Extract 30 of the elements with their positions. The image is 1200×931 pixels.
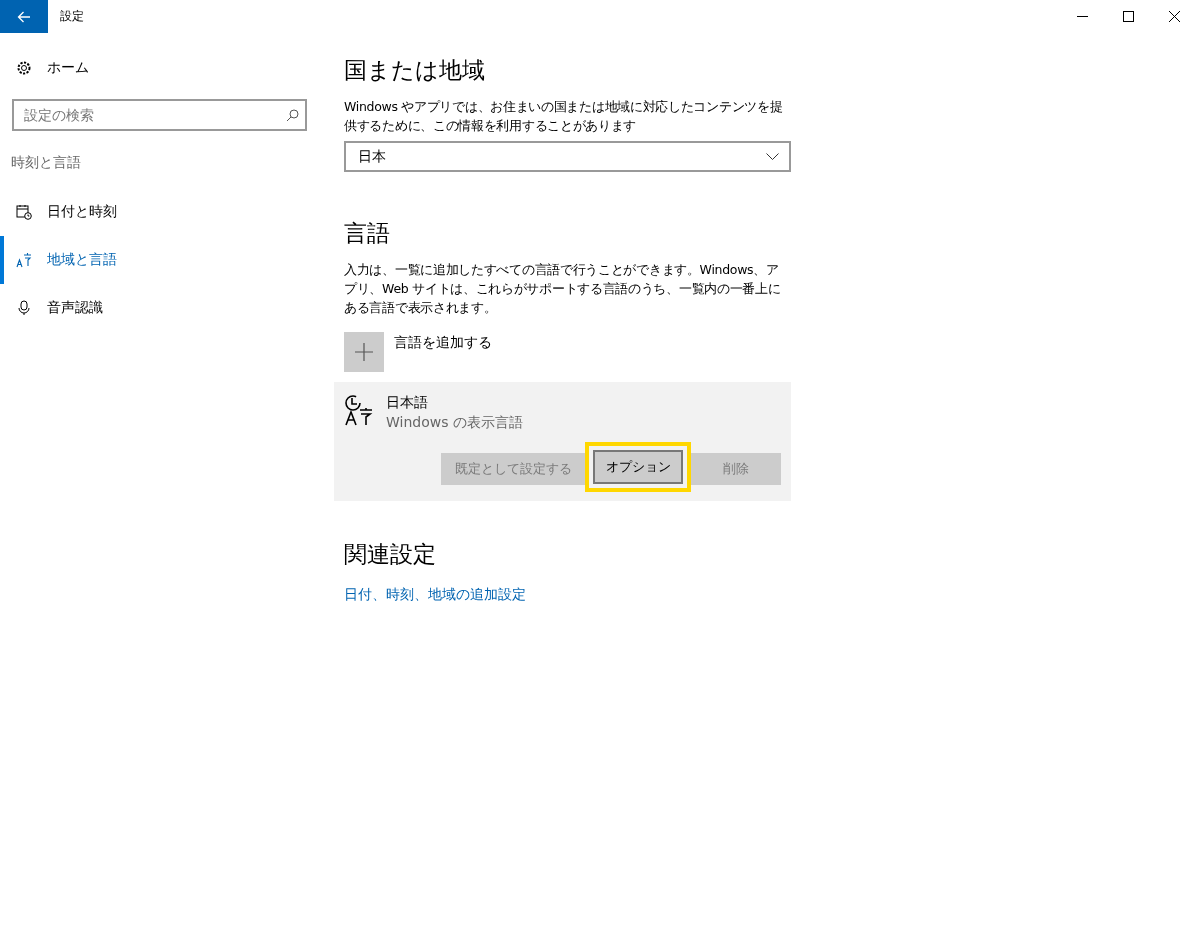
sidebar-item[interactable]: 音声認識 <box>0 284 330 332</box>
additional-settings-link[interactable]: 日付、時刻、地域の追加設定 <box>344 586 526 604</box>
back-arrow-icon <box>17 10 31 23</box>
language-name: 日本語 <box>386 394 429 412</box>
language-description: 入力は、一覧に追加したすべての言語で行うことができます。Windows、アプリ、Web サイトは、これらがサポートする言語のうち、一覧内の一番上にある言語で表示されます。 <box>344 261 782 317</box>
search-icon[interactable] <box>286 109 299 122</box>
close-icon[interactable] <box>1169 11 1180 22</box>
calendar-icon <box>16 204 32 220</box>
sidebar-item[interactable]: 日付と時刻 <box>0 188 330 236</box>
section-heading: 言語 <box>344 219 391 248</box>
microphone-icon <box>16 300 32 316</box>
chevron-down-icon <box>766 152 779 161</box>
back-button[interactable] <box>0 0 48 33</box>
language-subtitle: Windows の表示言語 <box>386 414 523 432</box>
home-link[interactable]: ホーム <box>47 59 89 77</box>
settings-icon[interactable] <box>16 60 32 76</box>
country-dropdown[interactable]: 日本 <box>344 141 791 172</box>
category-label: 時刻と言語 <box>11 154 82 172</box>
section-heading: 関連設定 <box>344 540 437 569</box>
sidebar-item[interactable]: 地域と言語 <box>0 236 330 284</box>
maximize-icon[interactable] <box>1123 11 1134 22</box>
add-language-label[interactable]: 言語を追加する <box>394 334 492 352</box>
window-title: 設定 <box>60 8 85 25</box>
section-heading: 国または地域 <box>344 56 486 85</box>
language-clock-icon <box>344 394 374 426</box>
plus-icon <box>355 343 373 361</box>
search-field[interactable]: 設定の検索 <box>12 99 307 131</box>
language-action-button[interactable]: オプション <box>593 450 683 484</box>
language-icon <box>16 252 32 268</box>
region-description: Windows やアプリでは、お住まいの国または地域に対応したコンテンツを提供するために、この情報を利用することがあります <box>344 98 784 135</box>
